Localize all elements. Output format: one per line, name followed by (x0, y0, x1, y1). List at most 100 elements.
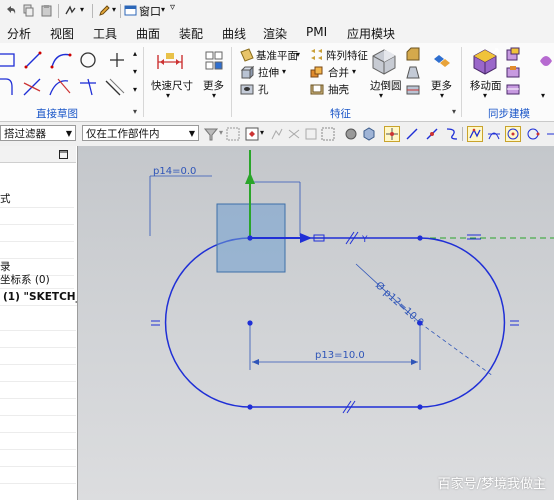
trim-icon[interactable] (23, 78, 41, 96)
face-rule-icon[interactable] (287, 127, 301, 141)
sketch-gallery-more-icon[interactable]: ▾ (133, 85, 137, 94)
edge-blend-dropdown-icon[interactable]: ▾ (379, 91, 383, 100)
arc-icon[interactable] (50, 53, 72, 69)
arc-center-icon[interactable] (505, 126, 521, 142)
unite-dropdown-icon[interactable]: ▾ (352, 67, 356, 76)
menu-assembly[interactable]: 装配 (179, 25, 203, 42)
window-dropdown-icon[interactable]: ▾ (161, 5, 165, 14)
slot-profile[interactable] (164, 237, 506, 408)
move-face-dropdown-icon[interactable]: ▾ (483, 91, 487, 100)
datum-plane-label[interactable]: 基准平面 (256, 48, 298, 63)
more-sync-dropdown-icon[interactable]: ▾ (541, 91, 545, 100)
paste-icon[interactable] (40, 4, 53, 17)
extrude-label[interactable]: 拉伸 (258, 65, 279, 80)
cube-view-icon[interactable] (362, 127, 376, 141)
line-icon[interactable] (24, 51, 42, 69)
snap-point-icon[interactable] (245, 127, 259, 141)
derived-line-icon[interactable] (105, 78, 125, 96)
menu-tools[interactable]: 工具 (93, 25, 117, 42)
feature-options-icon[interactable]: ▾ (452, 107, 456, 116)
select-box-icon[interactable] (321, 127, 335, 141)
replace-face-icon[interactable] (506, 82, 520, 96)
rectangle-icon[interactable] (0, 53, 15, 67)
touch-mode-icon[interactable] (64, 4, 77, 17)
nav-row-sketch[interactable]: (1) "SKETCH_... (0, 289, 77, 306)
offset-region-icon[interactable] (506, 65, 520, 79)
midpoint-snap-icon[interactable] (425, 127, 439, 141)
selection-scope-select[interactable]: 仅在工作部件内 ▼ (82, 125, 199, 141)
draft-icon[interactable] (406, 65, 420, 79)
maximize-icon[interactable] (59, 150, 68, 159)
extrude-dropdown-icon[interactable]: ▾ (282, 67, 286, 76)
endpoint-snap-icon[interactable] (384, 126, 400, 142)
pattern-feature-icon[interactable] (310, 48, 324, 62)
hole-icon[interactable] (240, 82, 254, 96)
intersection-point-icon[interactable] (487, 127, 501, 141)
csys-y-arrow[interactable] (245, 172, 255, 184)
pencil-icon[interactable] (98, 4, 111, 17)
type-filter-select[interactable]: 搭过滤器 ▼ (0, 125, 76, 141)
menu-view[interactable]: 视图 (50, 25, 74, 42)
more-icon[interactable] (205, 51, 223, 71)
fillet-icon[interactable] (0, 78, 13, 95)
curve-snap-icon[interactable] (445, 127, 459, 141)
sketch-gallery-up-icon[interactable]: ▴ (133, 49, 137, 58)
more-dropdown-icon-2[interactable]: ▾ (440, 91, 444, 100)
select-all-icon[interactable] (226, 127, 240, 141)
filter-icon[interactable] (204, 127, 218, 141)
menu-application[interactable]: 应用模块 (347, 25, 395, 42)
menu-curve[interactable]: 曲线 (222, 25, 246, 42)
graphics-window[interactable]: p14=0.0 Y Ø p12=10.0 p13=10.0 百家号/梦境我做主 (78, 146, 554, 500)
more-dropdown-icon-1[interactable]: ▾ (212, 91, 216, 100)
shaded-view-icon[interactable] (344, 127, 358, 141)
csys-x-arrow[interactable] (300, 233, 312, 243)
copy-icon[interactable] (22, 4, 35, 17)
point-on-curve-icon[interactable] (545, 127, 554, 141)
nav-row-mode[interactable]: 式 (0, 191, 74, 208)
quadrant-point-icon[interactable] (526, 127, 540, 141)
quick-dimension-dropdown-icon[interactable]: ▾ (166, 91, 170, 100)
touch-mode-dropdown-icon[interactable]: ▾ (80, 5, 84, 14)
dim-p14-label[interactable]: p14=0.0 (153, 166, 196, 177)
pull-face-icon[interactable] (506, 47, 520, 61)
nav-row-blank-2[interactable] (0, 225, 74, 242)
nav-row-csys[interactable]: 坐标系 (0) (0, 272, 74, 289)
control-point-icon[interactable] (467, 126, 483, 142)
sketch-gallery-down-icon[interactable]: ▾ (133, 67, 137, 76)
unite-label[interactable]: 合并 (328, 65, 349, 80)
snap-dropdown-icon[interactable]: ▾ (260, 128, 264, 137)
shell-label[interactable]: 抽壳 (328, 82, 349, 97)
extend-icon[interactable] (49, 78, 71, 96)
make-corner-icon[interactable] (80, 78, 96, 96)
point-icon[interactable] (110, 53, 124, 67)
dim-p13-label[interactable]: p13=10.0 (315, 350, 365, 361)
body-rule-icon[interactable] (304, 127, 318, 141)
quick-dimension-label[interactable]: 快速尺寸 (151, 78, 193, 93)
datum-plane-icon[interactable] (240, 48, 254, 62)
shell-icon[interactable] (310, 82, 324, 96)
move-face-icon[interactable] (470, 47, 500, 75)
quick-dimension-icon[interactable] (156, 51, 184, 73)
edge-blend-label[interactable]: 边倒圆 (370, 78, 402, 93)
sketch-view[interactable]: p14=0.0 Y Ø p12=10.0 p13=10.0 (78, 146, 554, 500)
nav-row-blank-1[interactable] (0, 208, 74, 225)
menu-surface[interactable]: 曲面 (136, 25, 160, 42)
pattern-feature-label[interactable]: 阵列特征 (326, 48, 368, 63)
nav-row-blank-3[interactable] (0, 242, 74, 259)
window-icon[interactable] (124, 4, 137, 17)
menu-analysis[interactable]: 分析 (7, 25, 31, 42)
undo-icon[interactable] (4, 4, 17, 17)
more-features-icon[interactable] (433, 53, 451, 69)
line-snap-icon[interactable] (405, 127, 419, 141)
direct-sketch-options-icon[interactable]: ▾ (133, 107, 137, 116)
hole-label[interactable]: 孔 (258, 82, 269, 97)
menu-pmi[interactable]: PMI (306, 25, 327, 39)
unite-icon[interactable] (310, 65, 324, 79)
chamfer-icon[interactable] (406, 47, 420, 61)
customize-qat-icon[interactable]: ▿ (170, 2, 175, 13)
window-menu[interactable]: 窗口 (139, 3, 161, 19)
circle-icon[interactable] (80, 52, 96, 68)
edge-blend-icon[interactable] (370, 47, 398, 75)
datum-plane-dropdown-icon[interactable]: ▾ (296, 50, 300, 59)
more-sync-icon[interactable] (538, 51, 554, 71)
